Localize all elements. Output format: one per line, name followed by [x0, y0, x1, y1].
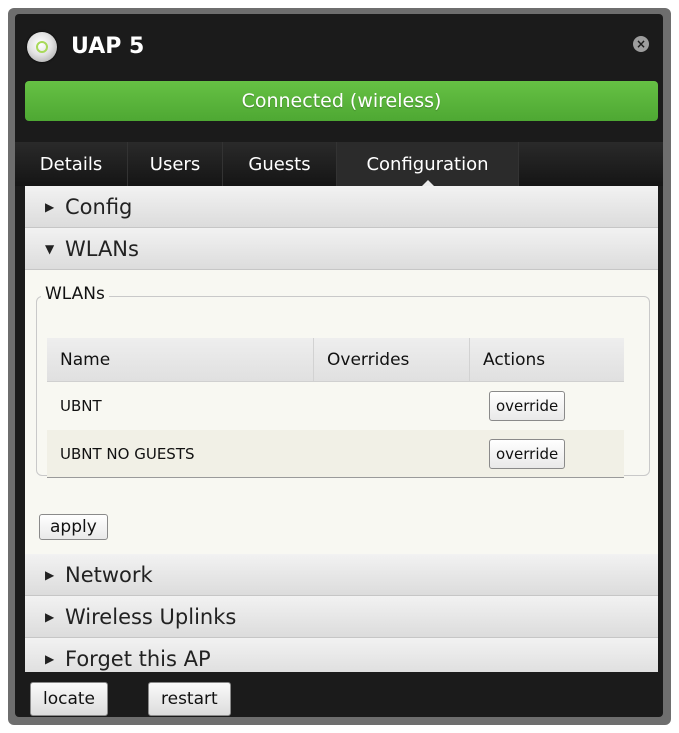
caret-right-icon: ▶ [45, 567, 55, 582]
section-wlans-label: WLANs [65, 236, 139, 261]
caret-right-icon: ▶ [45, 651, 55, 666]
ap-detail-window: UAP 5 × Connected (wireless) Details Use… [15, 14, 663, 717]
wlan-actions: override [469, 391, 624, 421]
tab-configuration[interactable]: Configuration [337, 142, 519, 187]
window-title: UAP 5 [71, 34, 145, 59]
tab-users[interactable]: Users [128, 142, 223, 186]
wlan-name: UBNT [60, 397, 102, 415]
caret-right-icon: ▶ [45, 199, 55, 214]
caret-down-icon: ▼ [45, 241, 55, 256]
tab-details[interactable]: Details [15, 142, 128, 186]
section-config-label: Config [65, 194, 133, 219]
wlan-name: UBNT NO GUESTS [60, 444, 195, 463]
table-header-row: Name Overrides Actions [47, 338, 624, 382]
close-icon[interactable]: × [633, 36, 649, 52]
tab-guests[interactable]: Guests [223, 142, 337, 186]
table-row: UBNT override [47, 382, 624, 430]
override-button[interactable]: override [489, 391, 566, 421]
column-header-overrides[interactable]: Overrides [313, 338, 469, 381]
wlan-actions: override [469, 438, 624, 469]
column-header-actions[interactable]: Actions [469, 338, 624, 381]
table-row: UBNT NO GUESTS override [47, 430, 624, 478]
caret-right-icon: ▶ [45, 609, 55, 624]
wlans-table: Name Overrides Actions UBNT override UBN… [47, 338, 624, 478]
status-badge: Connected (wireless) [25, 81, 658, 121]
section-wireless-uplinks-label: Wireless Uplinks [65, 604, 237, 629]
wlans-group-legend: WLANs [41, 284, 109, 304]
access-point-icon [27, 32, 57, 62]
override-button[interactable]: override [489, 438, 566, 469]
section-forget-ap-header[interactable]: ▶ Forget this AP [25, 638, 658, 672]
section-config-header[interactable]: ▶ Config [25, 186, 658, 228]
section-network-label: Network [65, 562, 153, 587]
tab-bar: Details Users Guests Configuration [15, 142, 663, 187]
configuration-panel: ▶ Config ▼ WLANs WLANs Name Overrides Ac… [25, 186, 658, 672]
window-header: UAP 5 × [15, 14, 663, 78]
section-network-header[interactable]: ▶ Network [25, 554, 658, 596]
section-forget-ap-label: Forget this AP [65, 646, 211, 671]
apply-button[interactable]: apply [39, 514, 108, 540]
column-header-name[interactable]: Name [47, 338, 313, 381]
restart-button[interactable]: restart [148, 682, 231, 716]
section-wlans-header[interactable]: ▼ WLANs [25, 228, 658, 270]
locate-button[interactable]: locate [30, 682, 109, 716]
section-wireless-uplinks-header[interactable]: ▶ Wireless Uplinks [25, 596, 658, 638]
